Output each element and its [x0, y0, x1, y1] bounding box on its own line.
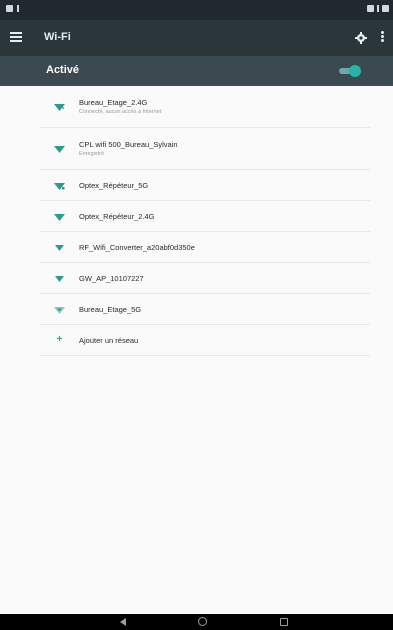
notification-icon	[6, 5, 13, 12]
network-name: Optex_Répéteur_2.4G	[79, 211, 155, 221]
wifi-toggle-bar[interactable]: Activé	[0, 56, 393, 86]
add-network-label: Ajouter un réseau	[79, 335, 139, 345]
wifi-signal-icon	[40, 212, 79, 221]
wifi-settings-screen: Wi-Fi Activé Bureau_Etage_2.4G Connecté,…	[0, 0, 393, 630]
menu-icon[interactable]	[10, 32, 22, 42]
navigation-bar	[0, 614, 393, 630]
network-name: CPL wifi 500_Bureau_Sylvain	[79, 140, 178, 149]
wifi-toggle-switch[interactable]	[339, 65, 361, 77]
status-bar	[0, 0, 393, 20]
network-name: Bureau_Etage_2.4G	[79, 98, 148, 107]
plus-icon: +	[56, 334, 63, 345]
wifi-signal-icon	[40, 305, 79, 314]
status-notifications	[6, 5, 19, 12]
status-system-icons	[367, 5, 389, 12]
network-item[interactable]: CPL wifi 500_Bureau_Sylvain Enregistré	[40, 128, 370, 170]
network-item[interactable]: Bureau_Etage_5G	[40, 294, 370, 325]
clock-icon	[382, 5, 389, 12]
back-icon[interactable]	[120, 618, 126, 626]
network-item[interactable]: Bureau_Etage_2.4G Connecté, aucun accès …	[40, 86, 370, 128]
network-name: Bureau_Etage_5G	[79, 304, 142, 314]
wifi-signal-icon	[40, 181, 79, 190]
network-list: Bureau_Etage_2.4G Connecté, aucun accès …	[40, 86, 370, 356]
network-item[interactable]: RF_Wifi_Converter_a20abf0d350e	[40, 232, 370, 263]
wifi-toggle-label: Activé	[46, 64, 80, 76]
wifi-status-icon	[367, 5, 374, 12]
home-icon[interactable]	[198, 617, 207, 626]
network-item[interactable]: GW_AP_10107227	[40, 263, 370, 294]
switch-thumb	[349, 65, 361, 77]
wifi-signal-icon	[40, 274, 79, 283]
wifi-signal-icon	[40, 144, 79, 153]
network-name: RF_Wifi_Converter_a20abf0d350e	[79, 242, 195, 252]
more-options-icon[interactable]	[381, 31, 385, 43]
add-network-button[interactable]: + Ajouter un réseau	[40, 325, 370, 356]
network-item[interactable]: Optex_Répéteur_2.4G	[40, 201, 370, 232]
notification-icon	[17, 5, 19, 12]
wifi-signal-icon	[40, 243, 79, 252]
battery-icon	[377, 5, 379, 12]
network-name: GW_AP_10107227	[79, 273, 144, 283]
network-summary: Connecté, aucun accès à Internet	[79, 109, 162, 115]
network-item[interactable]: Optex_Répéteur_5G	[40, 170, 370, 201]
network-name: Optex_Répéteur_5G	[79, 180, 149, 190]
page-title: Wi-Fi	[44, 31, 71, 43]
wifi-signal-icon	[40, 102, 79, 111]
network-summary: Enregistré	[79, 151, 105, 157]
gear-icon[interactable]	[355, 31, 367, 44]
recent-apps-icon[interactable]	[280, 618, 288, 626]
app-toolbar: Wi-Fi	[0, 20, 393, 56]
